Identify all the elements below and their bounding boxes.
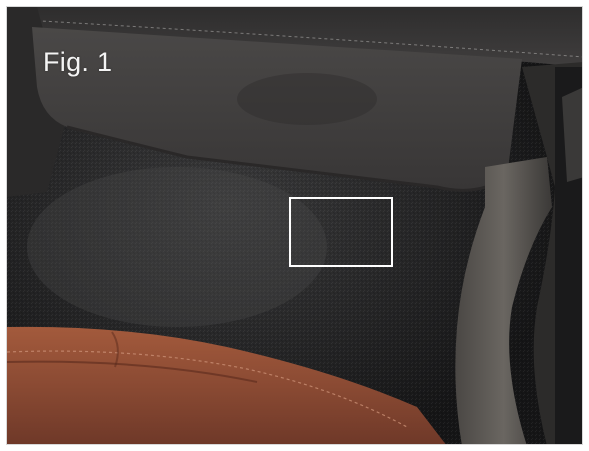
car-interior-photo: Fig. 1: [6, 6, 583, 445]
highlight-rectangle: [289, 197, 393, 267]
figure-label: Fig. 1: [43, 47, 113, 77]
